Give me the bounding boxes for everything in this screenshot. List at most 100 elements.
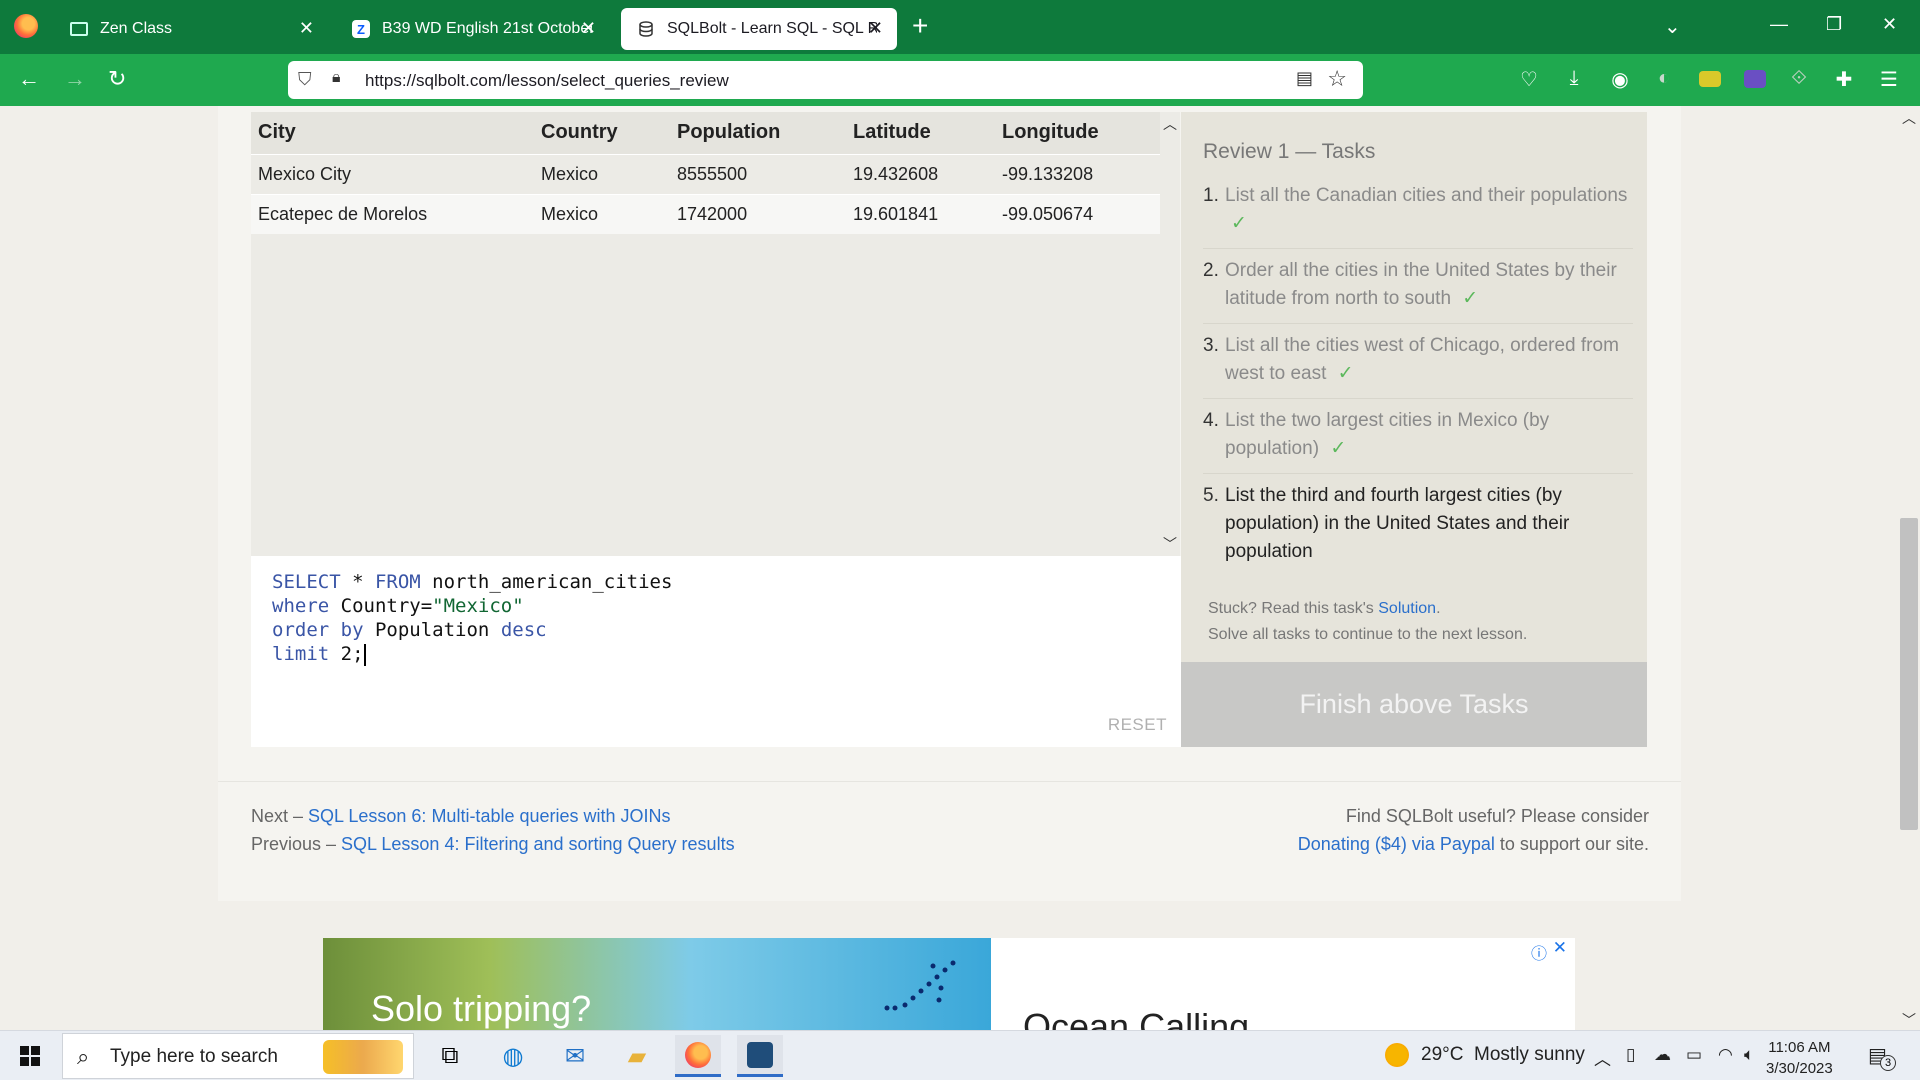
next-lesson-link[interactable]: SQL Lesson 6: Multi-table queries with J… [308, 806, 671, 826]
column-header: Population [670, 112, 846, 154]
mail-icon[interactable]: ✉ [552, 1035, 598, 1077]
scroll-down-icon[interactable]: ﹀ [1163, 534, 1177, 554]
sql-keyword: desc [500, 619, 547, 641]
account-icon[interactable]: ◉ [1609, 67, 1631, 91]
extension-tile-icon[interactable] [1699, 71, 1721, 87]
task-text: List all the cities west of Chicago, ord… [1225, 335, 1619, 384]
table-header-row: City Country Population Latitude Longitu… [251, 112, 1160, 154]
menu-hamburger-icon[interactable]: ☰ [1878, 67, 1900, 91]
column-header: City [251, 112, 534, 154]
minimize-icon[interactable]: — [1770, 14, 1788, 35]
column-header: Latitude [846, 112, 995, 154]
tab-sqlbolt-active[interactable]: SQLBolt - Learn SQL - SQL Review ✕ [621, 8, 897, 50]
volume-icon[interactable]: 🔈︎ [1744, 1045, 1754, 1065]
table-row: Mexico City Mexico 8555500 19.432608 -99… [251, 153, 1160, 194]
onedrive-cloud-icon[interactable]: ☁ [1654, 1045, 1671, 1065]
extensions-icon[interactable]: ✚ [1833, 67, 1855, 91]
close-window-icon[interactable]: ✕ [1882, 14, 1897, 35]
task-view-icon[interactable]: ⧉ [427, 1035, 473, 1077]
device-icon[interactable]: ▯ [1626, 1045, 1635, 1065]
pocket-icon[interactable]: ♡ [1518, 67, 1540, 91]
reset-button[interactable]: RESET [1108, 715, 1167, 735]
sql-text: Country= [329, 595, 433, 617]
show-hidden-icons-chevron-icon[interactable]: ︿ [1594, 1045, 1611, 1070]
solution-link[interactable]: Solution [1378, 600, 1436, 617]
task-number: 3. [1203, 335, 1219, 356]
firefox-taskbar-icon[interactable] [675, 1035, 721, 1077]
close-tab-icon[interactable]: ✕ [299, 18, 314, 39]
donate-line: Find SQLBolt useful? Please consider [1345, 806, 1649, 826]
extension-shield-icon[interactable]: ◐ [1653, 67, 1675, 89]
list-item: 2. Order all the cities in the United St… [1203, 255, 1633, 324]
ad-image[interactable]: Solo tripping? [323, 938, 991, 1030]
close-tab-icon[interactable]: ✕ [581, 18, 596, 39]
forward-arrow-icon[interactable]: → [64, 66, 86, 92]
system-clock[interactable]: 11:06 AM 3/30/2023 [1766, 1037, 1833, 1079]
tab-title: B39 WD English 21st October 2022 [382, 20, 592, 37]
cell-city: Ecatepec de Morelos [251, 193, 534, 234]
scrollbar-thumb[interactable] [1900, 518, 1918, 830]
stuck-suffix: . [1436, 600, 1441, 617]
list-all-tabs-icon[interactable]: ⌄ [1664, 14, 1681, 39]
bookmark-star-icon[interactable]: ☆ [1327, 66, 1347, 92]
firefox-logo-icon[interactable] [14, 14, 38, 38]
tab-zen-class[interactable]: Zen Class ✕ [54, 8, 328, 50]
finish-tasks-button[interactable]: Finish above Tasks [1181, 662, 1647, 747]
sql-text: 2; [329, 643, 364, 665]
weather-widget[interactable]: 29°C Mostly sunny [1385, 1043, 1585, 1067]
donate-note: Find SQLBolt useful? Please consider Don… [1298, 802, 1649, 858]
results-scrollbar[interactable]: ︿ ﹀ [1160, 112, 1180, 556]
advertisement-banner[interactable]: Solo tripping? Ocean Calling ⓘ ✕ [323, 938, 1575, 1030]
extension-gray-icon[interactable]: ⟐ [1788, 67, 1810, 89]
scroll-up-icon[interactable]: ︿ [1163, 114, 1177, 134]
donate-link[interactable]: Donating ($4) via Paypal [1298, 834, 1495, 854]
close-tab-icon[interactable]: ✕ [868, 18, 883, 39]
address-bar[interactable]: ⛉ 🔒︎ https://sqlbolt.com/lesson/select_q… [288, 61, 1363, 99]
taskbar-search-input[interactable]: ⌕ Type here to search [62, 1033, 414, 1079]
lesson-nav-links: Next – SQL Lesson 6: Multi-table queries… [251, 802, 735, 858]
windows-start-icon[interactable] [20, 1046, 40, 1066]
sql-text: * [340, 571, 375, 593]
browser-tab-bar: Zen Class ✕ Z B39 WD English 21st Octobe… [0, 0, 1920, 54]
clock-time: 11:06 AM [1768, 1039, 1831, 1056]
mysql-workbench-icon[interactable] [737, 1035, 783, 1077]
database-icon [637, 20, 655, 38]
file-explorer-icon[interactable]: ▰ [614, 1035, 660, 1077]
lock-icon[interactable]: 🔒︎ [332, 69, 341, 87]
previous-lesson-link[interactable]: SQL Lesson 4: Filtering and sorting Quer… [341, 834, 735, 854]
scroll-up-icon[interactable]: ︿ [1902, 108, 1916, 128]
tab-zoom-recording[interactable]: Z B39 WD English 21st October 2022 ✕ [336, 8, 610, 50]
task-number: 5. [1203, 485, 1219, 506]
downloads-icon[interactable]: ⤓ [1563, 67, 1585, 89]
task-number: 4. [1203, 410, 1219, 431]
task-number: 2. [1203, 260, 1219, 281]
workbench-icon [747, 1041, 773, 1068]
restore-icon[interactable]: ❐ [1826, 14, 1842, 35]
back-arrow-icon[interactable]: ← [18, 66, 40, 92]
cell-latitude: 19.601841 [846, 193, 995, 234]
sql-editor[interactable]: SELECT * FROM north_american_cities wher… [251, 556, 1181, 747]
reader-view-icon[interactable]: ▤ [1296, 68, 1313, 89]
reload-icon[interactable]: ↻ [108, 66, 126, 92]
ad-info-icon[interactable]: ⓘ [1531, 940, 1547, 964]
column-header: Longitude [995, 112, 1160, 154]
cell-population: 8555500 [670, 153, 846, 194]
ad-close-icon[interactable]: ✕ [1553, 938, 1567, 958]
task-text: Order all the cities in the United State… [1225, 260, 1617, 309]
cell-country: Mexico [534, 193, 670, 234]
tracking-shield-icon[interactable]: ⛉ [298, 69, 312, 90]
sql-code[interactable]: SELECT * FROM north_american_cities wher… [272, 570, 672, 666]
new-tab-button[interactable]: + [912, 10, 928, 42]
task-number: 1. [1203, 185, 1219, 206]
extension-puzzle-color-icon[interactable] [1744, 70, 1766, 88]
sql-keyword: where [272, 595, 330, 617]
tab-title: Zen Class [100, 20, 173, 37]
scroll-down-icon[interactable]: ﹀ [1902, 1010, 1916, 1030]
url-text[interactable]: https://sqlbolt.com/lesson/select_querie… [365, 71, 729, 91]
edge-browser-icon[interactable]: ◍ [490, 1035, 536, 1077]
battery-icon[interactable]: ▭ [1686, 1045, 1702, 1065]
page-scrollbar[interactable]: ︿ ﹀ [1898, 106, 1920, 1030]
sql-keyword: order [272, 619, 330, 641]
wifi-icon[interactable]: ◠ [1718, 1045, 1733, 1065]
tab-title: SQLBolt - Learn SQL - SQL Review [667, 20, 877, 37]
